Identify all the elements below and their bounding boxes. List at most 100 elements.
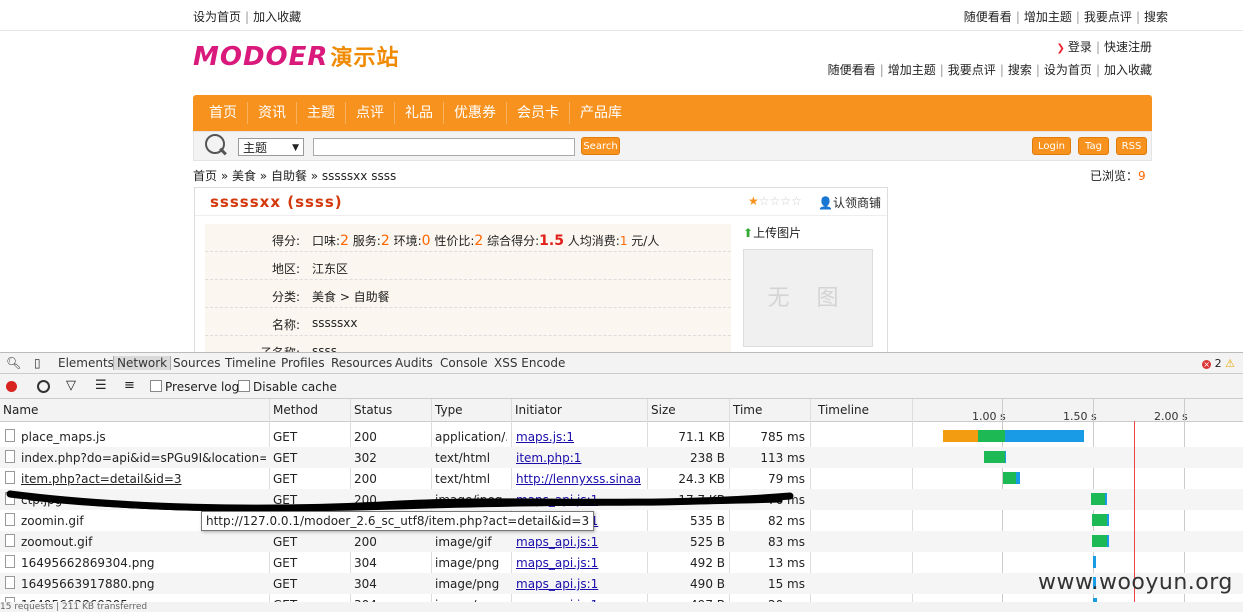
nav-gifts[interactable]: 礼品 <box>395 102 444 124</box>
nav2-set-home[interactable]: 设为首页 <box>1044 63 1092 77</box>
nav-home[interactable]: 首页 <box>199 102 248 124</box>
cell-initiator[interactable]: maps_api.js:1 <box>516 535 642 549</box>
info-row-category: 分类: 美食 > 自助餐 <box>205 280 731 308</box>
timeline-tick: 1.00 s <box>972 410 1006 423</box>
nav-topics[interactable]: 主题 <box>297 102 346 124</box>
tab-elements[interactable]: Elements <box>58 356 114 370</box>
waterfall-bar <box>1092 514 1107 526</box>
cell-initiator[interactable]: maps.js:1 <box>516 430 642 444</box>
waterfall-bar <box>1005 430 1084 442</box>
top-links-right: 随便看看 | 增加主题 | 我要点评 | 搜索 <box>963 10 1168 24</box>
cell-status: 200 <box>354 472 377 486</box>
cell-name: item.php?act=detail&id=3 <box>21 472 182 486</box>
nav-member-card[interactable]: 会员卡 <box>507 102 570 124</box>
devtools-tabs: 🔍︎ ▯ Elements Network Sources Timeline P… <box>0 353 1243 374</box>
search-type-select[interactable]: 主题 ▼ <box>238 138 304 156</box>
rss-button[interactable]: RSS <box>1116 137 1147 155</box>
search-input[interactable] <box>313 138 575 156</box>
cell-initiator[interactable]: http://lennyxss.sinaap... <box>516 472 642 486</box>
nav2-random[interactable]: 随便看看 <box>828 63 876 77</box>
add-topic-link[interactable]: 增加主题 <box>1024 10 1072 24</box>
tab-sources[interactable]: Sources <box>173 356 220 370</box>
tab-resources[interactable]: Resources <box>331 356 392 370</box>
tab-timeline[interactable]: Timeline <box>225 356 276 370</box>
category-value[interactable]: 美食 > 自助餐 <box>312 288 390 305</box>
filter-icon[interactable]: ▽ <box>66 378 76 393</box>
error-count[interactable]: × 2 ⚠ <box>1202 357 1235 370</box>
info-key: 得分: <box>271 234 300 248</box>
col-initiator[interactable]: Initiator <box>515 403 562 417</box>
nav-news[interactable]: 资讯 <box>248 102 297 124</box>
clear-icon[interactable] <box>37 380 50 393</box>
area-value[interactable]: 江东区 <box>312 260 348 277</box>
col-size[interactable]: Size <box>651 403 676 417</box>
nav2-search[interactable]: 搜索 <box>1008 63 1032 77</box>
waterfall-icon[interactable]: ≡ <box>124 378 135 393</box>
nav2-review[interactable]: 我要点评 <box>948 63 996 77</box>
cell-size: 71.1 KB <box>678 430 725 444</box>
list-view-icon[interactable]: ☰ <box>95 378 107 393</box>
logo-text: MODOER <box>193 42 329 72</box>
cell-status: 302 <box>354 451 377 465</box>
upload-label: 上传图片 <box>753 226 802 240</box>
record-icon[interactable] <box>6 381 17 392</box>
set-home-link[interactable]: 设为首页 <box>193 10 241 24</box>
random-link[interactable]: 随便看看 <box>964 10 1012 24</box>
search-link[interactable]: 搜索 <box>1144 10 1168 24</box>
cell-time: 79 ms <box>767 472 805 486</box>
cell-initiator[interactable]: maps_api.js:1 <box>516 556 642 570</box>
cell-initiator[interactable]: maps_api.js:1 <box>516 577 642 591</box>
tab-console[interactable]: Console <box>440 356 488 370</box>
cell-name: 16495663917880.png <box>21 577 155 591</box>
nav-coupons[interactable]: 优惠券 <box>444 102 507 124</box>
col-status[interactable]: Status <box>354 403 392 417</box>
cell-time: 785 ms <box>760 430 805 444</box>
preserve-log-checkbox[interactable]: Preserve log <box>150 380 239 394</box>
star-icon: ☆ <box>758 194 770 208</box>
device-icon[interactable]: ▯ <box>34 356 41 370</box>
review-link[interactable]: 我要点评 <box>1084 10 1132 24</box>
error-icon: × <box>1202 360 1212 369</box>
cell-method: GET <box>273 451 298 465</box>
cell-size: 492 B <box>690 556 725 570</box>
cell-type: image/png <box>435 577 500 591</box>
bookmark-link[interactable]: 加入收藏 <box>253 10 301 24</box>
breadcrumb[interactable]: 首页 » 美食 » 自助餐 » sssssxx ssss <box>193 167 396 184</box>
search-button[interactable]: Search <box>581 137 620 155</box>
claim-label: 认领商铺 <box>832 196 881 210</box>
waterfall-bar <box>943 430 978 442</box>
disable-cache-checkbox[interactable]: Disable cache <box>238 380 337 394</box>
nav2-bookmark[interactable]: 加入收藏 <box>1104 63 1152 77</box>
upload-photo-link[interactable]: ⬆上传图片 <box>743 224 801 241</box>
table-row[interactable]: zoomout.gif GET 200 image/gif maps_api.js:1 5… <box>0 531 1243 552</box>
info-key: 名称: <box>271 318 300 332</box>
nav2-add-topic[interactable]: 增加主题 <box>888 63 936 77</box>
col-name[interactable]: Name <box>3 403 38 417</box>
view-count: 已浏览：9 <box>1090 167 1146 184</box>
nav-products[interactable]: 产品库 <box>570 102 632 124</box>
cell-time: 15 ms <box>767 577 805 591</box>
col-time[interactable]: Time <box>733 403 762 417</box>
nav-reviews[interactable]: 点评 <box>346 102 395 124</box>
waterfall-bar <box>1105 493 1107 505</box>
waterfall-bar <box>978 430 1005 442</box>
table-row[interactable]: index.php?do=api&id=sPGu9I&location=ht..… <box>0 447 1243 468</box>
claim-shop-link[interactable]: 👤认领商铺 <box>818 194 881 211</box>
col-timeline[interactable]: Timeline <box>818 403 869 417</box>
tab-network[interactable]: Network <box>113 356 172 370</box>
login-button[interactable]: Login <box>1032 137 1071 155</box>
register-link[interactable]: 快速注册 <box>1104 40 1152 54</box>
tab-xss-encode[interactable]: XSS Encode <box>494 356 565 370</box>
table-row[interactable]: place_maps.js GET 200 application/... maps.j… <box>0 426 1243 447</box>
file-icon <box>5 450 15 463</box>
login-link[interactable]: 登录 <box>1068 40 1092 54</box>
tag-button[interactable]: Tag <box>1078 137 1109 155</box>
cell-initiator[interactable]: item.php:1 <box>516 451 642 465</box>
tab-profiles[interactable]: Profiles <box>281 356 325 370</box>
col-method[interactable]: Method <box>273 403 318 417</box>
site-logo[interactable]: MODOER演示站 <box>193 40 399 72</box>
cell-time: 83 ms <box>767 535 805 549</box>
inspect-icon[interactable]: 🔍︎ <box>6 356 21 370</box>
tab-audits[interactable]: Audits <box>395 356 433 370</box>
col-type[interactable]: Type <box>435 403 463 417</box>
